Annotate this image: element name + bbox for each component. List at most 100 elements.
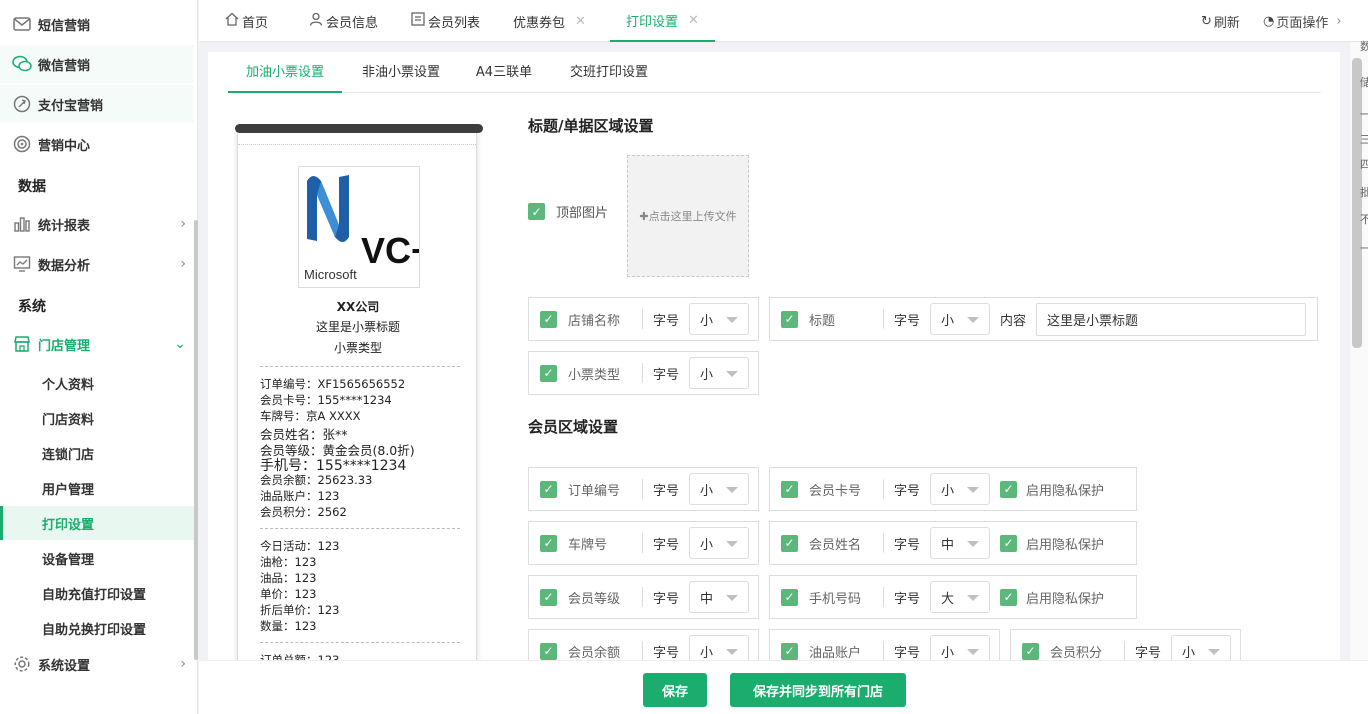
page-operations-button[interactable]: ◔ 页面操作 › — [1263, 0, 1342, 42]
receipt-line: 车牌号：京A XXXX — [260, 409, 361, 423]
sidebar-sub-chain-store[interactable]: 连锁门店 — [0, 436, 194, 470]
refresh-button[interactable]: ↻ 刷新 — [1201, 0, 1240, 42]
save-sync-all-stores-button[interactable]: 保存并同步到所有门店 — [730, 673, 906, 707]
member-level-size-select[interactable]: 中 — [689, 581, 750, 613]
close-icon[interactable]: ✕ — [688, 13, 699, 28]
sidebar-item-stats-report[interactable]: 统计报表 › — [0, 205, 194, 243]
font-size-label: 字号 — [894, 645, 921, 661]
panel-gutter — [1340, 42, 1350, 660]
top-image-checkbox[interactable]: ✓ — [528, 203, 545, 220]
sidebar-item-label: 门店管理 — [38, 338, 91, 354]
logo-text: VC++ — [361, 230, 420, 271]
receipt-line: 订单总额：123 — [260, 653, 340, 660]
member-balance-size-select[interactable]: 小 — [689, 635, 750, 661]
title-content-input[interactable]: 这里是小票标题 — [1036, 302, 1307, 336]
member-level-checkbox[interactable]: ✓ — [540, 588, 557, 606]
sidebar-section-data: 数据 — [18, 179, 46, 195]
sidebar-item-sms-marketing[interactable]: 短信营销 — [0, 5, 194, 43]
clock-icon: ◔ — [1263, 13, 1275, 29]
sidebar-item-data-analysis[interactable]: 数据分析 › — [0, 245, 194, 283]
sidebar-sub-user-management[interactable]: 用户管理 — [0, 471, 194, 505]
store-name-checkbox[interactable]: ✓ — [540, 310, 557, 328]
sidebar-item-store-management[interactable]: 门店管理 ⌄ — [0, 325, 194, 363]
receipt-type-checkbox[interactable]: ✓ — [540, 364, 557, 382]
sidebar-sub-print-settings[interactable]: 打印设置 — [0, 506, 194, 540]
member-name-size-select[interactable]: 中 — [930, 527, 991, 559]
close-icon[interactable]: ✕ — [575, 14, 586, 29]
caret-down-icon — [726, 317, 739, 323]
title-checkbox[interactable]: ✓ — [781, 310, 798, 328]
sidebar-item-wechat-marketing[interactable]: 微信营销 — [0, 45, 194, 83]
field-oil-account: ✓ 油品账户 字号 小 — [769, 629, 1000, 660]
sidebar-sub-store-info[interactable]: 门店资料 — [0, 401, 194, 435]
receipt-title: 这里是小票标题 — [315, 320, 400, 334]
monitor-chart-icon — [12, 254, 32, 274]
tab-label: 会员信息 — [326, 15, 379, 31]
font-size-label: 字号 — [894, 483, 921, 499]
member-points-label: 会员积分 — [1050, 645, 1103, 661]
chevron-right-icon: › — [180, 656, 186, 672]
card-no-checkbox[interactable]: ✓ — [781, 480, 798, 498]
subtab-non-fuel-receipt[interactable]: 非油小票设置 — [346, 52, 456, 93]
sidebar-scrollbar[interactable] — [194, 220, 198, 660]
footer-actions: 保存 保存并同步到所有门店 — [199, 660, 1368, 714]
order-no-size-select[interactable]: 小 — [689, 473, 750, 505]
sidebar-item-marketing-center[interactable]: 营销中心 — [0, 125, 194, 163]
tab-print-settings[interactable]: 打印设置 ✕ — [610, 0, 715, 42]
sidebar-sub-self-exchange-print[interactable]: 自助兑换打印设置 — [0, 611, 194, 645]
order-no-checkbox[interactable]: ✓ — [540, 480, 557, 498]
upload-area[interactable]: ✚点击这里上传文件 — [627, 155, 749, 277]
oil-account-size-select[interactable]: 小 — [930, 635, 991, 660]
receipt-line: 油枪：123 — [260, 555, 317, 569]
sidebar-sub-self-recharge-print[interactable]: 自助充值打印设置 — [0, 576, 194, 610]
field-store-name: ✓ 店铺名称 字号 小 — [528, 297, 759, 341]
privacy-checkbox[interactable]: ✓ — [1000, 480, 1018, 498]
receipt-type-size-select[interactable]: 小 — [689, 357, 750, 389]
card-no-size-select[interactable]: 小 — [930, 473, 991, 505]
sidebar-sub-device-management[interactable]: 设备管理 — [0, 541, 194, 575]
sidebar-item-label: 营销中心 — [38, 138, 91, 154]
tab-member-info[interactable]: 会员信息 — [309, 0, 378, 42]
privacy-checkbox[interactable]: ✓ — [1000, 588, 1018, 606]
tab-home[interactable]: 首页 — [225, 0, 268, 42]
member-points-size-select[interactable]: 小 — [1171, 635, 1232, 660]
subtab-a4-triplicate[interactable]: A4三联单 — [460, 52, 548, 93]
plate-checkbox[interactable]: ✓ — [540, 534, 557, 552]
sidebar-item-system-settings[interactable]: 系统设置 › — [0, 645, 194, 683]
field-card-no: ✓ 会员卡号 字号 小 ✓ 启用隐私保护 — [769, 467, 1137, 511]
save-button[interactable]: 保存 — [643, 673, 707, 707]
sidebar-sub-personal-info[interactable]: 个人资料 — [0, 366, 194, 400]
caret-down-icon — [726, 649, 739, 655]
receipt-line: 数量：123 — [260, 619, 317, 633]
sidebar-section-system: 系统 — [18, 299, 46, 315]
privacy-checkbox[interactable]: ✓ — [1000, 534, 1018, 552]
receipt-company: XX公司 — [336, 300, 380, 314]
subtab-fuel-receipt[interactable]: 加油小票设置 — [228, 52, 342, 93]
tab-coupon-pack[interactable]: 优惠券包 ✕ — [513, 0, 586, 42]
list-icon — [411, 12, 425, 30]
tab-member-list[interactable]: 会员列表 — [411, 0, 480, 42]
content-scrollbar-thumb[interactable] — [1352, 58, 1362, 348]
edge-text: 不 — [1360, 213, 1368, 226]
sidebar-item-label: 支付宝营销 — [38, 98, 104, 114]
store-name-label: 店铺名称 — [568, 313, 621, 329]
member-name-checkbox[interactable]: ✓ — [781, 534, 798, 552]
member-points-checkbox[interactable]: ✓ — [1022, 642, 1039, 660]
phone-size-select[interactable]: 大 — [930, 581, 991, 613]
store-name-size-select[interactable]: 小 — [689, 303, 750, 335]
title-size-select[interactable]: 小 — [930, 303, 991, 335]
phone-checkbox[interactable]: ✓ — [781, 588, 798, 606]
sidebar-item-alipay-marketing[interactable]: 支付宝营销 — [0, 85, 194, 123]
font-size-label: 字号 — [653, 313, 680, 329]
receipt-type-tabs: 加油小票设置 非油小票设置 A4三联单 交班打印设置 — [228, 52, 1321, 93]
subtab-shift-print[interactable]: 交班打印设置 — [554, 52, 664, 93]
select-value: 小 — [700, 367, 714, 383]
member-balance-checkbox[interactable]: ✓ — [540, 642, 557, 660]
plate-size-select[interactable]: 小 — [689, 527, 750, 559]
sidebar: 短信营销 微信营销 支付宝营销 营销中心 数据 统计报表 › 数据分析 › 系统… — [0, 0, 198, 714]
oil-account-checkbox[interactable]: ✓ — [781, 642, 798, 660]
mail-icon — [12, 14, 32, 34]
phone-label: 手机号码 — [809, 591, 862, 607]
top-image-label: 顶部图片 — [556, 206, 609, 221]
select-value: 小 — [700, 645, 714, 661]
